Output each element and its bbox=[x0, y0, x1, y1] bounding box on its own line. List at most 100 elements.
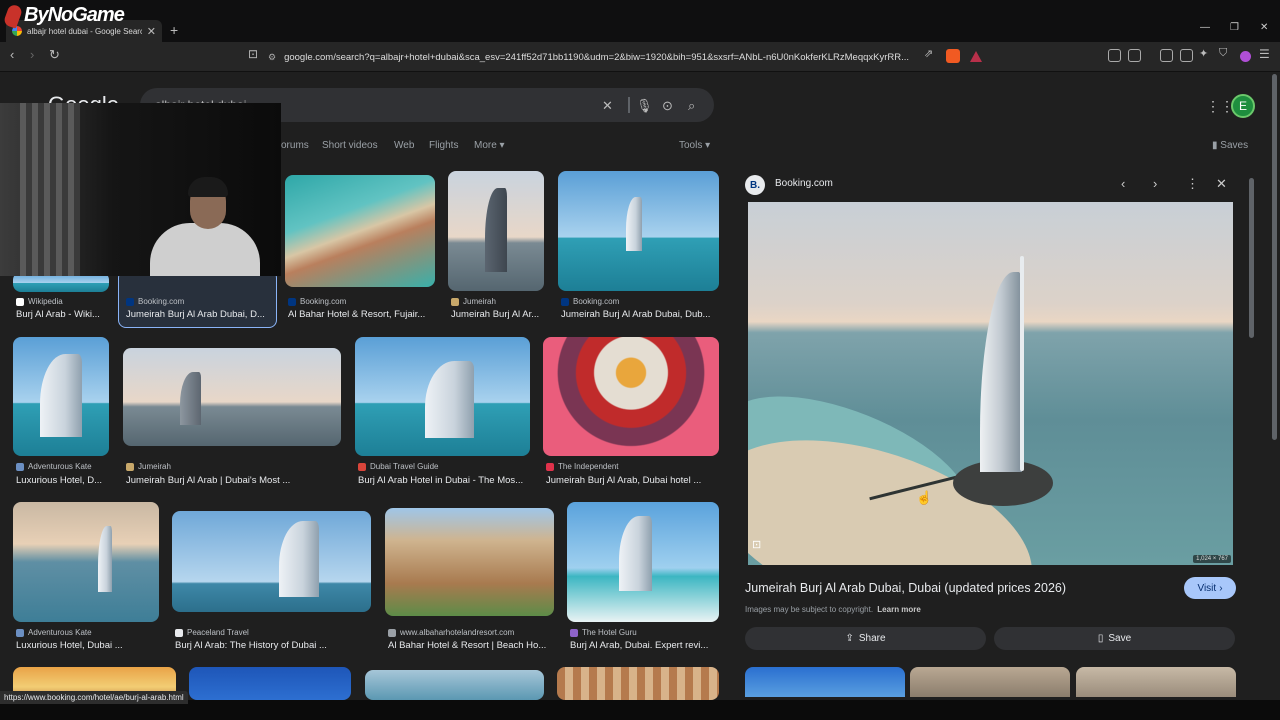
share-page-icon[interactable]: ⇗ bbox=[924, 47, 933, 60]
result-image[interactable] bbox=[355, 337, 530, 456]
close-tab-icon[interactable]: ✕ bbox=[147, 25, 156, 38]
result-caption[interactable]: Jumeirah Burj Al Arab, Dubai hotel ... bbox=[546, 475, 719, 486]
search-icon[interactable]: ⌕ bbox=[688, 98, 695, 114]
result-caption[interactable]: Jumeirah Burj Al Arab Dubai, Dub... bbox=[561, 309, 719, 320]
result-image[interactable] bbox=[172, 511, 371, 612]
link-status-bar: https://www.booking.com/hotel/ae/burj-al… bbox=[0, 691, 188, 704]
google-apps-icon[interactable]: ⋮⋮ bbox=[1206, 98, 1234, 115]
vpn-icon[interactable]: ⛉ bbox=[1219, 47, 1227, 60]
result-caption[interactable]: Luxurious Hotel, Dubai ... bbox=[16, 640, 159, 651]
browser-tab-strip bbox=[0, 0, 1280, 42]
related-image[interactable] bbox=[745, 667, 905, 697]
result-image[interactable] bbox=[448, 171, 544, 291]
screenshot-icon[interactable] bbox=[1128, 49, 1141, 62]
previous-result-icon[interactable]: ‹ bbox=[1121, 176, 1125, 191]
result-caption[interactable]: Burj Al Arab: The History of Dubai ... bbox=[175, 640, 371, 651]
adventurous-kate-favicon-icon bbox=[16, 628, 24, 637]
result-image[interactable] bbox=[543, 337, 719, 456]
result-image[interactable] bbox=[558, 171, 719, 291]
result-caption[interactable]: Jumeirah Burj Al Ar... bbox=[451, 309, 547, 320]
share-button[interactable]: ⇪ Share bbox=[745, 627, 986, 650]
close-preview-icon[interactable]: ✕ bbox=[1216, 176, 1227, 192]
result-caption[interactable]: Jumeirah Burj Al Arab | Dubai's Most ... bbox=[126, 475, 341, 486]
address-bar[interactable]: ⚙ google.com/search?q=albajr+hotel+dubai… bbox=[268, 47, 986, 67]
result-source: Booking.com bbox=[288, 297, 435, 306]
brave-rewards-icon[interactable] bbox=[970, 51, 982, 62]
wikipedia-favicon-icon bbox=[16, 297, 24, 306]
logo-mark-icon bbox=[2, 2, 24, 29]
voice-search-icon[interactable]: 🎙 bbox=[636, 98, 653, 114]
result-source: The Independent bbox=[546, 462, 719, 471]
learn-more-link[interactable]: Learn more bbox=[877, 605, 921, 614]
visit-button[interactable]: Visit › bbox=[1184, 577, 1236, 599]
tools-button[interactable]: Tools ▾ bbox=[679, 140, 710, 151]
copyright-notice: Images may be subject to copyright. Lear… bbox=[745, 605, 921, 614]
result-source: Wikipedia bbox=[16, 297, 112, 306]
booking-favicon-icon bbox=[288, 297, 296, 306]
result-image[interactable] bbox=[13, 502, 159, 622]
page-scrollbar[interactable] bbox=[1272, 74, 1278, 700]
minimize-icon[interactable]: — bbox=[1200, 22, 1210, 33]
result-image[interactable] bbox=[123, 348, 341, 446]
result-image[interactable] bbox=[189, 667, 351, 700]
result-caption[interactable]: Jumeirah Burj Al Arab Dubai, D... bbox=[126, 309, 271, 320]
more-options-icon[interactable]: ⋮ bbox=[1186, 176, 1199, 192]
result-caption[interactable]: Al Bahar Hotel & Resort, Fujair... bbox=[288, 309, 435, 320]
result-source: Adventurous Kate bbox=[16, 628, 159, 637]
result-image[interactable] bbox=[285, 175, 435, 287]
bookmark-icon[interactable]: ⊡ bbox=[248, 47, 258, 61]
preview-title[interactable]: Jumeirah Burj Al Arab Dubai, Dubai (upda… bbox=[745, 581, 1066, 595]
filter-short-videos[interactable]: Short videos bbox=[322, 140, 378, 151]
new-tab-button[interactable]: + bbox=[170, 22, 178, 38]
url-text: google.com/search?q=albajr+hotel+dubai&s… bbox=[284, 51, 910, 63]
clear-search-icon[interactable]: ✕ bbox=[602, 98, 613, 114]
related-image[interactable] bbox=[1076, 667, 1236, 697]
save-button[interactable]: ▯ Save bbox=[994, 627, 1235, 650]
booking-favicon-icon bbox=[126, 297, 134, 306]
wallet-icon[interactable] bbox=[1180, 49, 1193, 62]
close-window-icon[interactable]: ✕ bbox=[1260, 22, 1268, 33]
related-image[interactable] bbox=[910, 667, 1070, 697]
dubai-travel-guide-favicon-icon bbox=[358, 462, 366, 471]
extensions-icon[interactable] bbox=[1108, 49, 1121, 62]
result-source: Jumeirah bbox=[126, 462, 341, 471]
reload-icon[interactable]: ↻ bbox=[49, 47, 60, 63]
forward-icon[interactable]: › bbox=[30, 47, 34, 62]
filter-forums[interactable]: orums bbox=[281, 140, 309, 151]
result-source: Adventurous Kate bbox=[16, 462, 112, 471]
saves-button[interactable]: ▮ Saves bbox=[1212, 140, 1248, 151]
result-caption[interactable]: Burj Al Arab, Dubai. Expert revi... bbox=[570, 640, 719, 651]
bookmark-icon: ▯ bbox=[1097, 633, 1104, 644]
brave-shields-icon[interactable] bbox=[946, 49, 960, 63]
profile-icon[interactable] bbox=[1240, 51, 1251, 62]
result-caption[interactable]: Luxurious Hotel, D... bbox=[16, 475, 112, 486]
filter-more[interactable]: More ▾ bbox=[474, 140, 505, 151]
result-image[interactable] bbox=[567, 502, 719, 622]
filter-web[interactable]: Web bbox=[394, 140, 414, 151]
result-image[interactable] bbox=[385, 508, 554, 616]
avatar[interactable]: E bbox=[1231, 94, 1255, 118]
result-source: The Hotel Guru bbox=[570, 628, 719, 637]
result-image[interactable] bbox=[13, 337, 109, 456]
result-caption[interactable]: Al Bahar Hotel & Resort | Beach Ho... bbox=[388, 640, 554, 651]
menu-icon[interactable]: ☰ bbox=[1259, 47, 1270, 61]
lens-search-icon[interactable]: ⊡ bbox=[752, 538, 761, 551]
result-image[interactable] bbox=[557, 667, 719, 700]
leo-ai-icon[interactable]: ✦ bbox=[1199, 47, 1208, 60]
result-caption[interactable]: Burj Al Arab Hotel in Dubai - The Mos... bbox=[358, 475, 530, 486]
result-caption[interactable]: Burj Al Arab - Wiki... bbox=[16, 309, 112, 320]
preview-source-name[interactable]: Booking.com bbox=[775, 178, 833, 189]
maximize-icon[interactable]: ❐ bbox=[1230, 22, 1239, 33]
sidebar-icon[interactable] bbox=[1160, 49, 1173, 62]
next-result-icon[interactable]: › bbox=[1153, 176, 1157, 191]
booking-favicon-icon bbox=[561, 297, 569, 306]
lens-search-icon[interactable]: ⊙ bbox=[662, 98, 673, 114]
site-info-icon[interactable]: ⚙ bbox=[268, 52, 276, 63]
result-image[interactable] bbox=[365, 670, 544, 700]
jumeirah-favicon-icon bbox=[126, 462, 134, 471]
preview-scrollbar[interactable] bbox=[1249, 168, 1255, 690]
filter-flights[interactable]: Flights bbox=[429, 140, 458, 151]
back-icon[interactable]: ‹ bbox=[10, 47, 14, 62]
preview-image[interactable]: ⊡ 1,024 × 767 bbox=[748, 202, 1233, 565]
result-source: Booking.com bbox=[561, 297, 719, 306]
